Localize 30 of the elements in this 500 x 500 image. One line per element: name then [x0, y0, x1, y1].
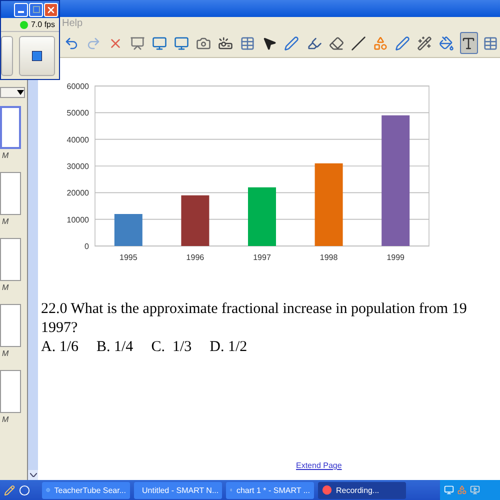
answer-option: A. 1/6	[41, 338, 78, 357]
extend-page-link[interactable]: Extend Page	[296, 461, 342, 470]
axis-label: 1996	[186, 253, 204, 262]
menu-item[interactable]: Help	[62, 18, 83, 28]
axis-label: 1999	[386, 253, 404, 262]
page-label: M	[1, 415, 9, 424]
page-label: M	[1, 217, 9, 226]
answer-option: B. 1/4	[96, 338, 134, 357]
question-text: 22.0 What is the approximate fractional increase in population from 19	[41, 300, 468, 319]
axis-label: 20000	[66, 188, 89, 198]
fps-readout: 7.0 fps	[30, 20, 55, 29]
axis-label: 30000	[66, 162, 89, 171]
taskbar-button[interactable]: chart 1 * - SMART ...	[226, 482, 314, 498]
axis-label: 0	[84, 242, 89, 251]
page-label: M	[1, 151, 9, 160]
axis-label: 10000	[66, 215, 89, 224]
question-text: 1997?	[41, 319, 79, 338]
taskbar-button[interactable]: TeacherTube Sear...	[42, 482, 130, 498]
axis-label: 40000	[66, 135, 89, 144]
answer-option: D. 1/2	[210, 338, 248, 357]
answer-option: C. 1/3	[151, 338, 192, 357]
axis-label: 1998	[320, 253, 338, 262]
axis-label: 60000	[66, 82, 89, 91]
axis-label: 50000	[66, 108, 89, 118]
taskbar-button[interactable]: Untitled - SMART N...	[134, 482, 222, 498]
page-label: M	[1, 283, 9, 292]
axis-label: 1995	[120, 253, 138, 262]
taskbar-button[interactable]: Recording...	[318, 482, 406, 498]
page-label: M	[1, 349, 9, 358]
axis-label: 1997	[253, 253, 271, 262]
